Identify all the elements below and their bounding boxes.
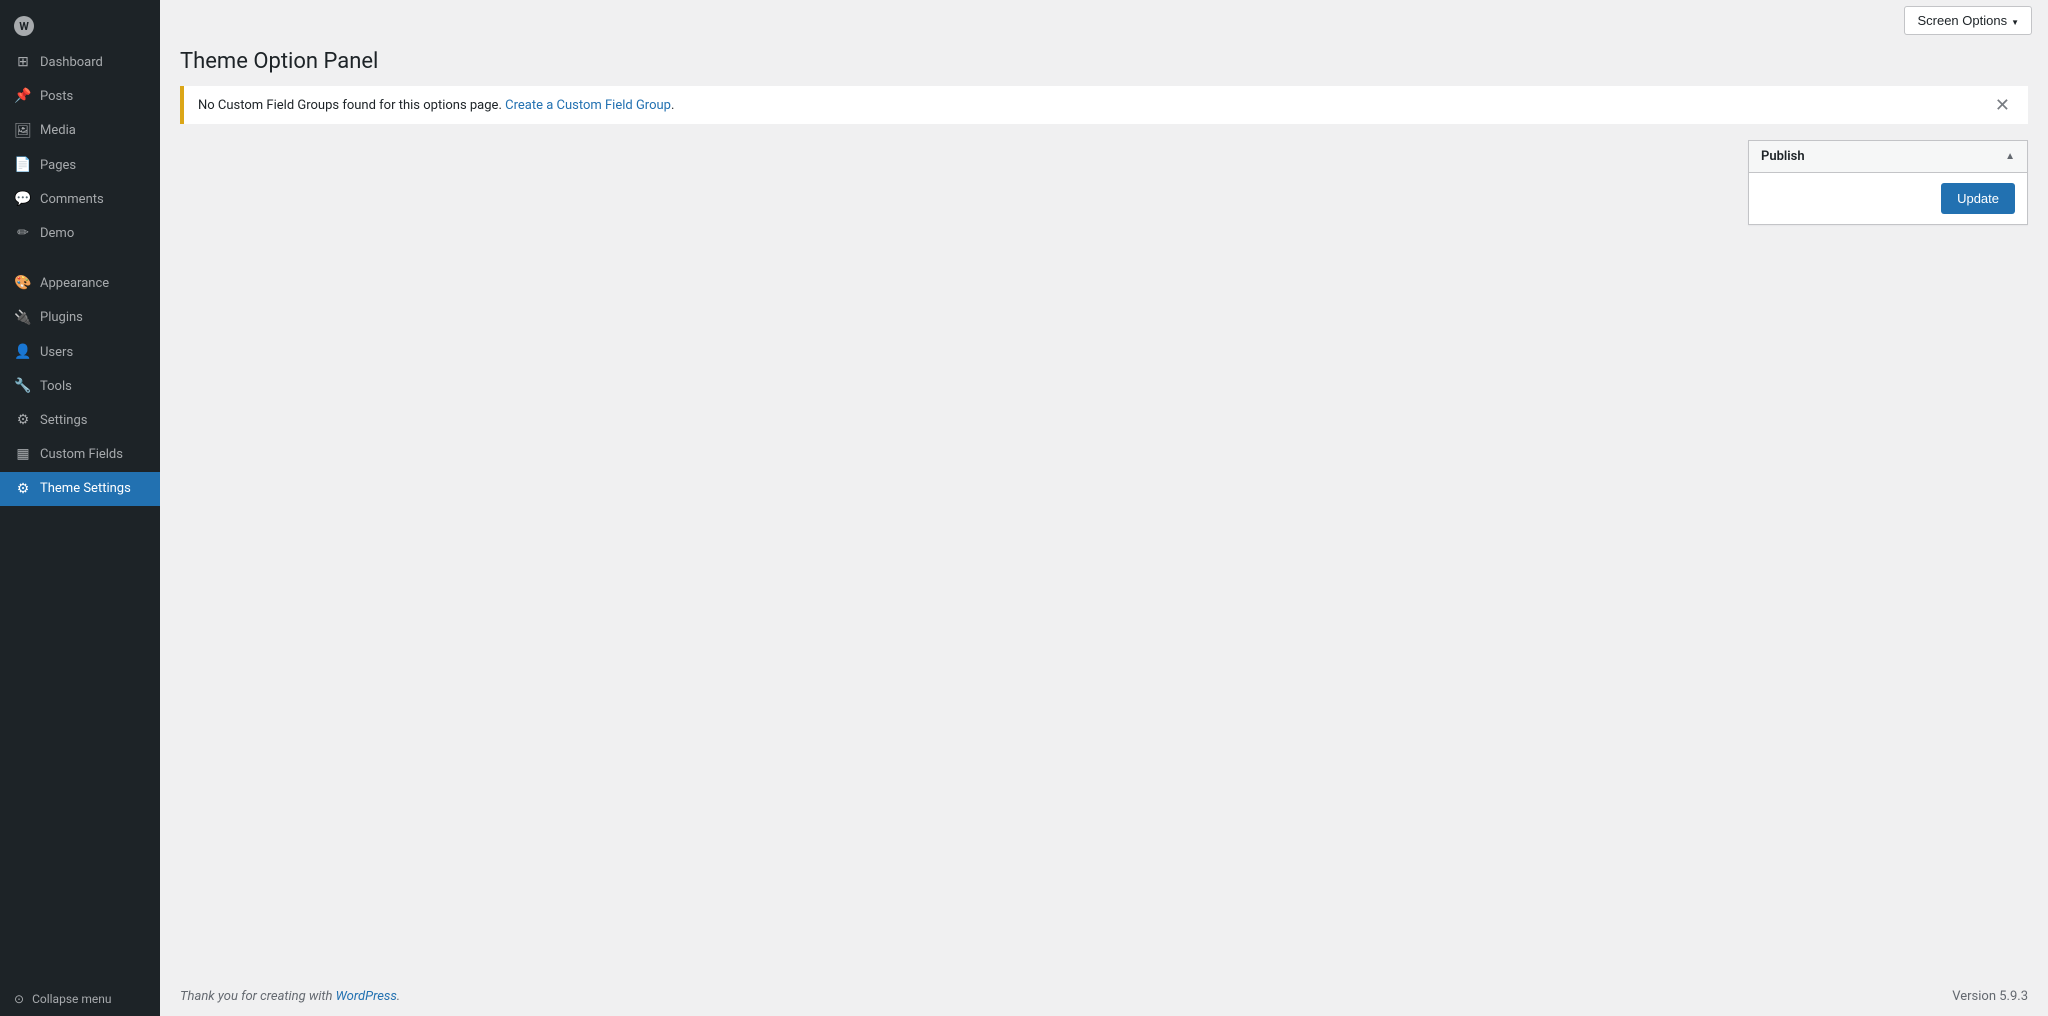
- sidebar-item-theme-settings[interactable]: ⚙ Theme Settings: [0, 472, 160, 506]
- sidebar-item-label: Tools: [40, 378, 72, 396]
- notice-text: No Custom Field Groups found for this op…: [198, 98, 674, 113]
- collapse-icon: ⊙: [14, 992, 24, 1006]
- topbar: Screen Options: [160, 0, 2048, 41]
- sidebar-item-label: Pages: [40, 157, 76, 175]
- footer-thank-you: Thank you for creating with WordPress.: [180, 989, 400, 1004]
- main-content: Screen Options Theme Option Panel No Cus…: [160, 0, 2048, 1016]
- sidebar-item-posts[interactable]: 📌 Posts: [0, 80, 160, 114]
- collapse-menu-button[interactable]: ⊙ Collapse menu: [0, 982, 160, 1016]
- wordpress-icon: W: [14, 16, 34, 36]
- sidebar-item-dashboard[interactable]: ⊞ Dashboard: [0, 46, 160, 80]
- sidebar-item-comments[interactable]: 💬 Comments: [0, 183, 160, 217]
- sidebar-item-label: Settings: [40, 412, 87, 430]
- theme-settings-icon: ⚙: [14, 480, 32, 498]
- sidebar-item-plugins[interactable]: 🔌 Plugins: [0, 301, 160, 335]
- sidebar-item-pages[interactable]: 📄 Pages: [0, 149, 160, 183]
- appearance-icon: 🎨: [14, 275, 32, 293]
- page-title: Theme Option Panel: [180, 49, 2028, 74]
- footer-period: .: [397, 989, 400, 1004]
- footer-text: Thank you for creating with: [180, 989, 336, 1004]
- dashboard-icon: ⊞: [14, 54, 32, 72]
- sidebar-item-label: Plugins: [40, 309, 83, 327]
- version-label: Version 5.9.3: [1952, 989, 2028, 1004]
- tools-icon: 🔧: [14, 378, 32, 396]
- publish-box-header: Publish ▲: [1749, 141, 2027, 173]
- demo-icon: ✏: [14, 225, 32, 243]
- notice-close-button[interactable]: ✕: [1991, 96, 2014, 114]
- settings-icon: ⚙: [14, 412, 32, 430]
- notice-bar: No Custom Field Groups found for this op…: [180, 86, 2028, 124]
- sidebar-divider: [0, 251, 160, 267]
- publish-box: Publish ▲ Update: [1748, 140, 2028, 225]
- screen-options-button[interactable]: Screen Options: [1904, 6, 2032, 35]
- sidebar-item-label: Theme Settings: [40, 480, 131, 498]
- custom-fields-icon: ▦: [14, 446, 32, 464]
- pages-icon: 📄: [14, 157, 32, 175]
- sidebar-item-users[interactable]: 👤 Users: [0, 336, 160, 370]
- collapse-label: Collapse menu: [32, 992, 111, 1006]
- users-icon: 👤: [14, 344, 32, 362]
- sidebar-item-tools[interactable]: 🔧 Tools: [0, 370, 160, 404]
- wordpress-link[interactable]: WordPress: [336, 989, 397, 1004]
- publish-box-body: Update: [1749, 173, 2027, 224]
- page-header: Theme Option Panel: [160, 41, 2048, 86]
- update-button[interactable]: Update: [1941, 183, 2015, 214]
- footer: Thank you for creating with WordPress. V…: [160, 977, 2048, 1016]
- plugins-icon: 🔌: [14, 309, 32, 327]
- sidebar-item-settings[interactable]: ⚙ Settings: [0, 404, 160, 438]
- sidebar-item-label: Users: [40, 344, 73, 362]
- sidebar-item-label: Demo: [40, 225, 74, 243]
- posts-icon: 📌: [14, 88, 32, 106]
- sidebar-item-custom-fields[interactable]: ▦ Custom Fields: [0, 438, 160, 472]
- notice-text-after: .: [671, 98, 674, 113]
- media-icon: 🖼: [14, 122, 32, 140]
- content-area: Publish ▲ Update: [160, 140, 2048, 977]
- sidebar-item-label: Comments: [40, 191, 104, 209]
- publish-label: Publish: [1761, 149, 1805, 164]
- sidebar: W ⊞ Dashboard 📌 Posts 🖼 Media 📄 Pages 💬 …: [0, 0, 160, 1016]
- sidebar-item-label: Custom Fields: [40, 446, 123, 464]
- sidebar-item-media[interactable]: 🖼 Media: [0, 114, 160, 148]
- sidebar-item-label: Appearance: [40, 275, 109, 293]
- create-field-group-link[interactable]: Create a Custom Field Group: [505, 98, 671, 113]
- sidebar-item-appearance[interactable]: 🎨 Appearance: [0, 267, 160, 301]
- sidebar-item-label: Media: [40, 122, 76, 140]
- publish-collapse-icon: ▲: [2005, 151, 2015, 162]
- comments-icon: 💬: [14, 191, 32, 209]
- chevron-down-icon: [2011, 13, 2019, 28]
- sidebar-item-label: Dashboard: [40, 54, 103, 72]
- sidebar-item-label: Posts: [40, 88, 73, 106]
- screen-options-label: Screen Options: [1917, 13, 2007, 28]
- sidebar-logo: W: [0, 0, 160, 46]
- notice-text-before: No Custom Field Groups found for this op…: [198, 98, 505, 113]
- sidebar-item-demo[interactable]: ✏ Demo: [0, 217, 160, 251]
